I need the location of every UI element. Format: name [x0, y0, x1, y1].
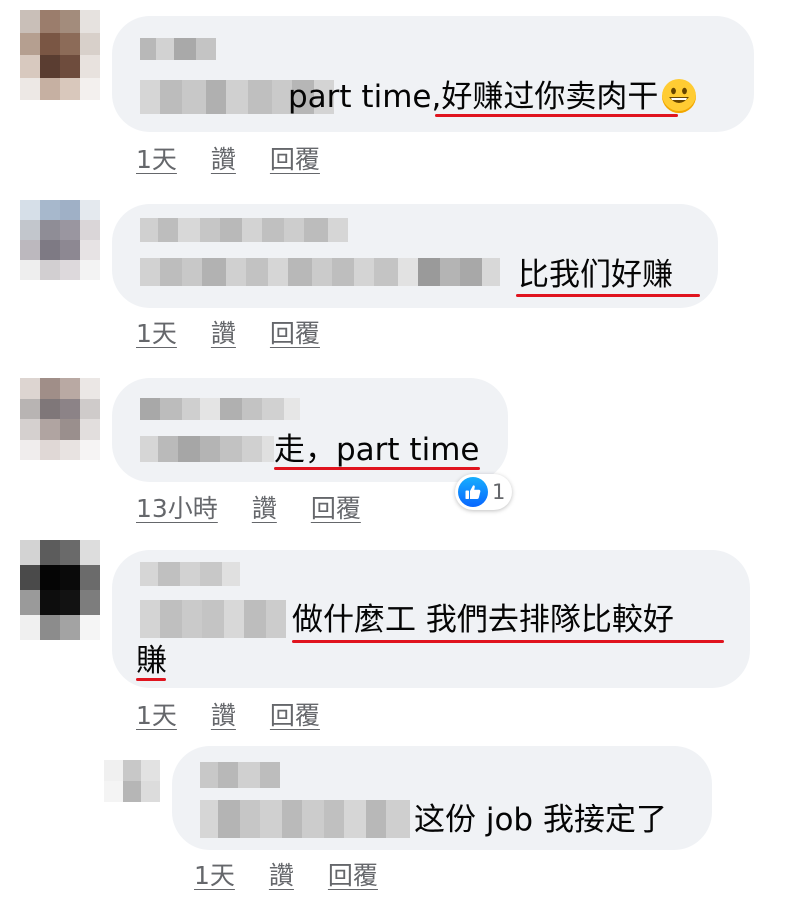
comment-text: 走，part time	[274, 432, 480, 468]
comment-text-redacted	[140, 258, 500, 286]
comment-text-redacted	[140, 436, 274, 462]
highlight-underline	[435, 114, 678, 117]
grinning-face-emoji-icon	[662, 79, 697, 113]
like-link[interactable]: 讚	[211, 696, 236, 732]
like-icon	[458, 477, 488, 507]
like-link[interactable]: 讚	[252, 489, 277, 525]
comment-actions: 1天 讚 回覆	[136, 314, 354, 350]
timestamp-link[interactable]: 13小時	[136, 489, 218, 525]
comment-text-line-1: 做什麼工 我們去排隊比較好	[292, 602, 674, 638]
commenter-name[interactable]	[140, 218, 348, 242]
reply-link[interactable]: 回覆	[270, 696, 320, 732]
avatar[interactable]	[20, 200, 100, 280]
comment-actions: 1天 讚 回覆	[194, 856, 412, 892]
highlight-underline	[292, 640, 724, 643]
comment-text-redacted	[140, 600, 286, 638]
like-link[interactable]: 讚	[269, 856, 294, 892]
reply-link[interactable]: 回覆	[270, 140, 320, 176]
comment-text-redacted	[200, 800, 410, 838]
highlight-underline	[136, 678, 166, 681]
like-link[interactable]: 讚	[211, 140, 236, 176]
comment-text: 比我们好赚	[518, 257, 673, 293]
comment-text: 这份 job 我接定了	[414, 802, 667, 838]
commenter-name[interactable]	[140, 562, 240, 586]
avatar[interactable]	[20, 10, 100, 100]
reply-link[interactable]: 回覆	[270, 314, 320, 350]
highlight-underline	[516, 294, 700, 297]
comment-actions: 1天 讚 回覆	[136, 696, 354, 732]
reaction-count: 1	[492, 480, 506, 504]
timestamp-link[interactable]: 1天	[136, 140, 177, 176]
timestamp-link[interactable]: 1天	[136, 314, 177, 350]
comment-actions: 13小時 讚 回覆	[136, 489, 395, 525]
reply-link[interactable]: 回覆	[311, 489, 361, 525]
highlight-underline	[274, 467, 480, 470]
timestamp-link[interactable]: 1天	[194, 856, 235, 892]
reply-link[interactable]: 回覆	[328, 856, 378, 892]
commenter-name[interactable]	[140, 398, 300, 420]
commenter-name[interactable]	[200, 762, 280, 788]
reaction-badge[interactable]: 1	[455, 474, 513, 510]
avatar[interactable]	[20, 378, 100, 460]
like-link[interactable]: 讚	[211, 314, 236, 350]
comment-actions: 1天 讚 回覆	[136, 140, 354, 176]
comment-text: part time,好赚过你卖肉干	[288, 77, 697, 117]
avatar[interactable]	[104, 760, 160, 802]
commenter-name[interactable]	[140, 38, 216, 60]
avatar[interactable]	[20, 540, 100, 640]
comment-text-line-2: 賺	[136, 643, 167, 679]
timestamp-link[interactable]: 1天	[136, 696, 177, 732]
